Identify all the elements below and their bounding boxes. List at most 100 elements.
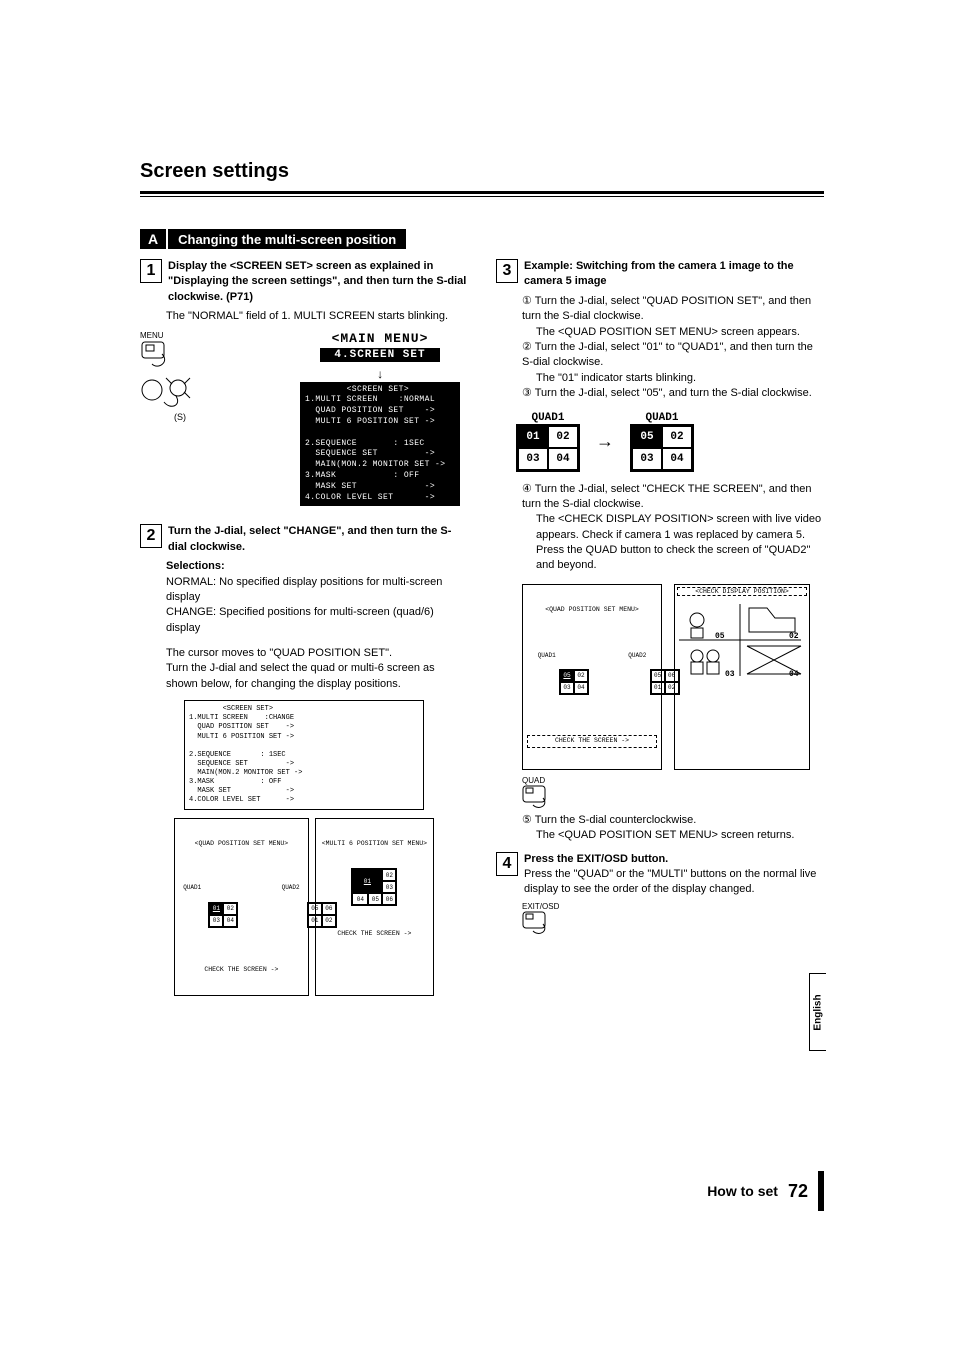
- two-columns: 1 Display the <SCREEN SET> screen as exp…: [140, 259, 824, 996]
- menu-panel: <MAIN MENU> 4.SCREEN SET ↓ <SCREEN SET> …: [300, 331, 460, 507]
- quad-cell: 04: [548, 448, 578, 470]
- substep-3: ③ Turn the J-dial, select "05", and turn…: [522, 386, 824, 401]
- change-label: CHANGE:: [166, 606, 216, 618]
- flow-chart: <SCREEN SET> 1.MULTI SCREEN :CHANGE QUAD…: [174, 700, 434, 996]
- circled-3-icon: ③: [522, 387, 532, 399]
- step-1-bold: Display the <SCREEN SET> screen as expla…: [168, 260, 466, 303]
- step-2-para1: The cursor moves to "QUAD POSITION SET".: [166, 646, 468, 661]
- exit-button-label: EXIT/OSD: [522, 902, 824, 911]
- cell: 05: [368, 893, 382, 905]
- substep-5-text: The <QUAD POSITION SET MENU> screen retu…: [536, 828, 794, 843]
- step-4-text: Press the "QUAD" or the "MULTI" buttons …: [524, 868, 816, 895]
- rule-thick: [140, 191, 824, 194]
- exit-button-icon: [522, 911, 552, 939]
- flow-screen-set: <SCREEN SET> 1.MULTI SCREEN :CHANGE QUAD…: [184, 700, 424, 810]
- quad-cell: 02: [662, 426, 692, 448]
- s-label: (S): [174, 412, 210, 422]
- cell: 02: [382, 869, 396, 881]
- quad-cell: 03: [518, 448, 548, 470]
- menu-label: MENU: [140, 331, 210, 340]
- step-number: 1: [140, 259, 162, 283]
- cell: 02: [223, 903, 237, 915]
- check-panel-2: <CHECK DISPLAY POSITION> 05 02: [674, 584, 810, 770]
- rule-thin: [140, 196, 824, 197]
- substep-2: ② Turn the J-dial, select "01" to "QUAD1…: [522, 340, 824, 386]
- manual-page: Screen settings A Changing the multi-scr…: [0, 0, 954, 1351]
- substep-4: ④ Turn the J-dial, select "CHECK THE SCR…: [522, 482, 824, 574]
- check-screen-label: CHECK THE SCREEN ->: [320, 930, 429, 938]
- check-screen-label: CHECK THE SCREEN ->: [527, 735, 657, 747]
- check-panel-1: <QUAD POSITION SET MENU> QUAD1 05 02 03 …: [522, 584, 662, 770]
- cell: 04: [574, 682, 588, 694]
- quad-button-label: QUAD: [522, 776, 824, 785]
- step-number: 4: [496, 852, 518, 876]
- substep-1-text: The <QUAD POSITION SET MENU> screen appe…: [536, 325, 800, 340]
- quad-transition: QUAD1 01 02 03 04 → QUAD1 05 02 03: [516, 412, 824, 472]
- cell: 03: [209, 915, 223, 927]
- step-1-text: The "NORMAL" field of 1. MULTI SCREEN st…: [166, 309, 468, 324]
- substep-4-bold: Turn the J-dial, select "CHECK THE SCREE…: [522, 483, 812, 510]
- step-3-bold: Example: Switching from the camera 1 ima…: [524, 260, 794, 287]
- substep-2-text: The "01" indicator starts blinking.: [536, 371, 696, 386]
- cell: 05: [560, 670, 574, 682]
- quad-cell: 03: [632, 448, 662, 470]
- cell: 03: [560, 682, 574, 694]
- left-column: 1 Display the <SCREEN SET> screen as exp…: [140, 259, 468, 996]
- substep-5: ⑤ Turn the S-dial counterclockwise. The …: [522, 813, 824, 844]
- cell: 05: [651, 670, 665, 682]
- check-screen-label: CHECK THE SCREEN ->: [179, 966, 304, 974]
- quad-cell: 04: [662, 448, 692, 470]
- cell: 04: [223, 915, 237, 927]
- substep-4-text1: The <CHECK DISPLAY POSITION> screen with…: [536, 512, 824, 543]
- cell: 01: [352, 869, 382, 893]
- right-column: 3 Example: Switching from the camera 1 i…: [496, 259, 824, 996]
- language-tab: English: [809, 973, 826, 1051]
- svg-text:02: 02: [789, 632, 799, 641]
- down-arrow-icon: ↓: [300, 368, 460, 382]
- step-2-para2: Turn the J-dial and select the quad or m…: [166, 661, 468, 692]
- exit-button-block: EXIT/OSD: [522, 902, 824, 939]
- step-1: 1 Display the <SCREEN SET> screen as exp…: [140, 259, 468, 305]
- main-menu-title: <MAIN MENU>: [300, 331, 460, 346]
- cell: 01: [651, 682, 665, 694]
- quad-button-icon: [522, 785, 552, 813]
- flow-multi6-title: <MULTI 6 POSITION SET MENU>: [320, 840, 429, 848]
- cell: 06: [382, 893, 396, 905]
- svg-text:05: 05: [715, 632, 725, 641]
- substep-4-text2: Press the QUAD button to check the scree…: [536, 543, 824, 574]
- substep-5-bold: Turn the S-dial counterclockwise.: [535, 814, 697, 826]
- selections-label: Selections:: [166, 559, 468, 574]
- live-video-illustration: 05 02 03 04: [677, 596, 803, 680]
- quad2-label: QUAD2: [594, 652, 681, 660]
- cell: 01: [209, 903, 223, 915]
- arrow-right-icon: →: [596, 431, 614, 452]
- circled-2-icon: ②: [522, 341, 532, 353]
- cell: 03: [382, 881, 396, 893]
- quad1-label: QUAD1: [630, 412, 694, 424]
- substep-1-bold: Turn the J-dial, select "QUAD POSITION S…: [522, 295, 811, 322]
- check-panels: <QUAD POSITION SET MENU> QUAD1 05 02 03 …: [522, 584, 824, 770]
- cell: 02: [574, 670, 588, 682]
- osd-screen-set: <SCREEN SET> 1.MULTI SCREEN :NORMAL QUAD…: [300, 382, 460, 507]
- step-number: 3: [496, 259, 518, 283]
- substep-2-bold: Turn the J-dial, select "01" to "QUAD1",…: [522, 341, 813, 368]
- quad1-label: QUAD1: [516, 412, 580, 424]
- circled-4-icon: ④: [522, 483, 532, 495]
- step-2-bold: Turn the J-dial, select "CHANGE", and th…: [168, 525, 451, 552]
- flow-multi6-menu: <MULTI 6 POSITION SET MENU> 01 02 03 04 …: [315, 818, 434, 996]
- quad-grid-before: 01 02 03 04: [516, 424, 580, 472]
- step-2: 2 Turn the J-dial, select "CHANGE", and …: [140, 524, 468, 555]
- section-letter: A: [140, 229, 168, 249]
- main-menu-diagram: MENU (S) <MAIN MENU> 4.SCREEN SET: [140, 331, 468, 507]
- panel-title: <QUAD POSITION SET MENU>: [527, 606, 657, 614]
- quad1-label: QUAD1: [145, 884, 239, 892]
- panel-title: <CHECK DISPLAY POSITION>: [677, 587, 807, 596]
- normal-option: NORMAL: No specified display positions f…: [166, 575, 468, 606]
- substep-3-bold: Turn the J-dial, select "05", and turn t…: [535, 387, 812, 399]
- quad-button-block: QUAD: [522, 776, 824, 813]
- section-title: Changing the multi-screen position: [168, 230, 406, 249]
- footer-tab: [818, 1171, 824, 1211]
- screen-set-item: 4.SCREEN SET: [320, 348, 440, 362]
- section-header: A Changing the multi-screen position: [140, 229, 406, 249]
- cell: 04: [352, 893, 368, 905]
